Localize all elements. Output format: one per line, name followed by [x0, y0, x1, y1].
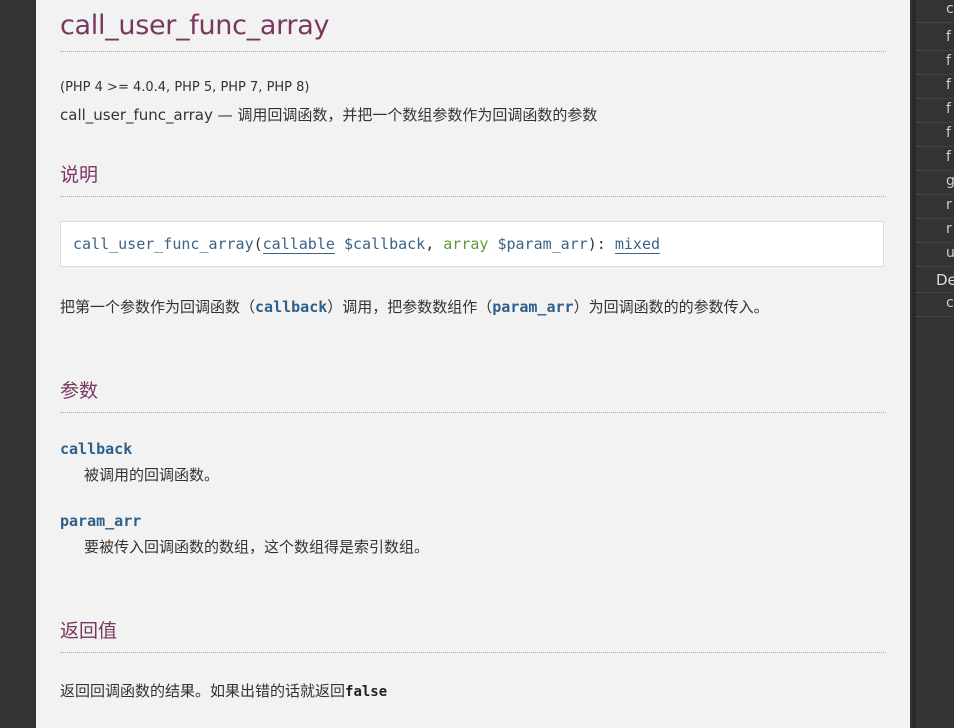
version-info: (PHP 4 >= 4.0.4, PHP 5, PHP 7, PHP 8) — [60, 80, 310, 95]
sidebar-item-label: r — [946, 221, 952, 237]
sidebar-item-label: f — [946, 77, 951, 93]
description-text-part: ）为回调函数的的参数传入。 — [573, 298, 769, 316]
sidebar-item-label: c — [946, 1, 954, 17]
type-array: array — [443, 235, 489, 253]
sidebar-item[interactable]: f — [916, 146, 954, 171]
main-content: call_user_func_array (PHP 4 >= 4.0.4, PH… — [36, 0, 910, 728]
method-synopsis: call_user_func_array(callable $callback,… — [60, 221, 884, 267]
sidebar-item[interactable]: f — [916, 50, 954, 75]
sidebar-item[interactable]: c — [916, 292, 954, 317]
sidebar-item[interactable]: r — [916, 194, 954, 219]
sidebar-item-label: f — [946, 149, 951, 165]
divider — [60, 51, 886, 52]
sidebar-item[interactable]: f — [916, 74, 954, 99]
sidebar-section-label: De — [936, 271, 954, 289]
return-values-text: 返回回调函数的结果。如果出错的话就返回false — [60, 680, 387, 701]
section-heading-return-values: 返回值 — [60, 620, 118, 642]
param-desc-param-arr: 要被传入回调函数的数组，这个数组得是索引数组。 — [84, 538, 430, 556]
param-param-arr: $param_arr — [497, 235, 588, 253]
page-title: call_user_func_array — [60, 10, 330, 41]
sidebar-item-label: g — [946, 173, 954, 189]
sidebar-section-heading[interactable]: De — [916, 268, 954, 293]
section-heading-description: 说明 — [60, 164, 99, 186]
type-mixed-link[interactable]: mixed — [614, 235, 661, 254]
code-param-arr: param_arr — [492, 298, 574, 316]
sidebar-item[interactable]: f — [916, 26, 954, 51]
description-text: 把第一个参数作为回调函数（callback）调用，把参数数组作（param_ar… — [60, 296, 769, 317]
param-callback: $callback — [343, 235, 426, 253]
param-term-callback: callback — [60, 440, 133, 458]
param-term-param-arr: param_arr — [60, 512, 142, 530]
paren-close: ): — [587, 235, 615, 253]
sidebar-item-label: f — [946, 101, 951, 117]
description-text-part: ）调用，把参数数组作（ — [327, 298, 493, 316]
sidebar-item[interactable]: g — [916, 170, 954, 195]
code-false: false — [345, 684, 388, 700]
sidebar-item-label: r — [946, 197, 952, 213]
divider — [60, 652, 886, 653]
purpose-text: call_user_func_array — 调用回调函数，并把一个数组参数作为… — [60, 106, 598, 124]
sidebar-item[interactable]: u — [916, 242, 954, 267]
param-desc-callback: 被调用的回调函数。 — [84, 466, 220, 484]
sidebar-item-label: u — [946, 245, 954, 261]
sidebar-item[interactable]: f — [916, 98, 954, 123]
sidebar-item[interactable]: r — [916, 218, 954, 243]
return-text: 返回回调函数的结果。如果出错的话就返回 — [60, 682, 346, 700]
sidebar-navigation: c f f f f f f g r r u De c — [912, 0, 954, 728]
sidebar-item[interactable]: f — [916, 122, 954, 147]
code-callback: callback — [255, 298, 328, 316]
type-callable-link[interactable]: callable — [262, 235, 335, 254]
sidebar-item[interactable]: c — [916, 0, 954, 23]
function-name: call_user_func_array — [73, 235, 254, 253]
sidebar-item-label: f — [946, 53, 951, 69]
section-heading-parameters: 参数 — [60, 380, 99, 402]
sidebar-item-label: c — [946, 295, 954, 311]
paren-open: ( — [253, 235, 263, 253]
divider — [60, 412, 886, 413]
divider — [60, 196, 886, 197]
sidebar-item-label: f — [946, 29, 951, 45]
description-text-part: 把第一个参数作为回调函数（ — [60, 298, 256, 316]
comma: , — [425, 235, 444, 253]
sidebar-item-label: f — [946, 125, 951, 141]
